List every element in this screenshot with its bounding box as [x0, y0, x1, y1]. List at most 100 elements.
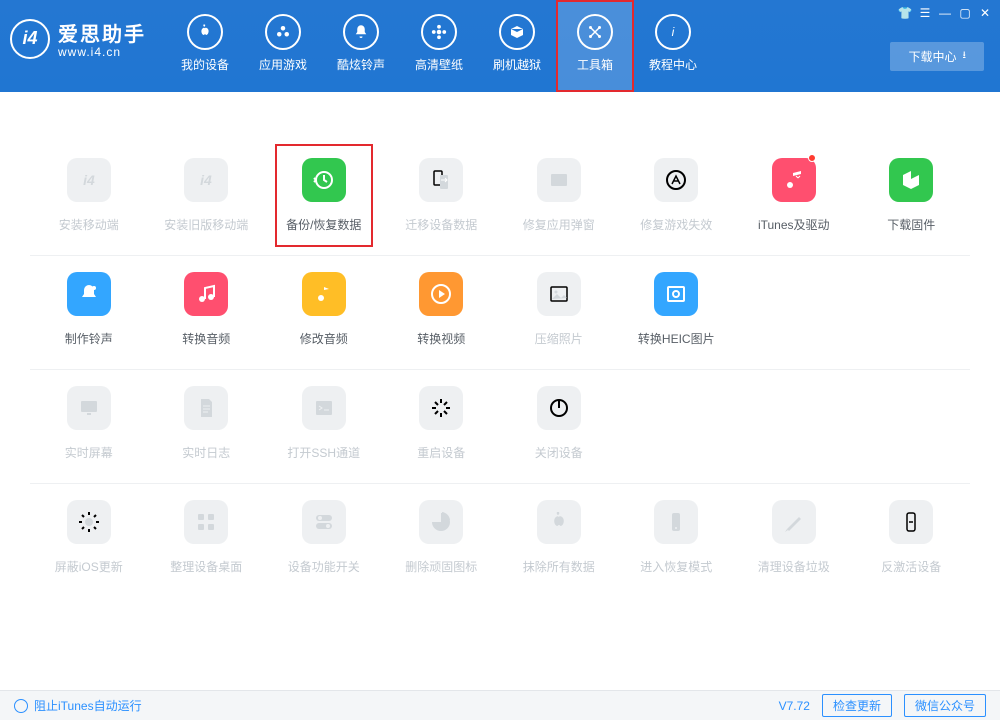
- cube-icon: [889, 158, 933, 202]
- tile-reboot: 重启设备: [383, 386, 501, 461]
- tile-make-ring[interactable]: 制作铃声: [30, 272, 148, 347]
- i4-icon: i4: [67, 158, 111, 202]
- itunes-block-text[interactable]: 阻止iTunes自动运行: [34, 697, 142, 714]
- nav-label: 工具箱: [556, 56, 634, 73]
- nav-ring[interactable]: 酷炫铃声: [322, 0, 400, 92]
- tile-itunes-driver[interactable]: iTunes及驱动: [735, 158, 853, 233]
- status-ring-icon: [14, 699, 28, 713]
- tile-label: 实时日志: [148, 444, 266, 461]
- minimize-icon[interactable]: —: [936, 4, 954, 22]
- tile-label: 重启设备: [383, 444, 501, 461]
- tile-conv-audio[interactable]: 转换音频: [148, 272, 266, 347]
- doc-icon: [184, 386, 228, 430]
- tile-fix-game: 修复游戏失效: [618, 158, 736, 233]
- maximize-icon[interactable]: ▢: [956, 4, 974, 22]
- nav-apps[interactable]: 应用游戏: [244, 0, 322, 92]
- tile-label: 转换视频: [383, 330, 501, 347]
- tile-log: 实时日志: [148, 386, 266, 461]
- menu-icon[interactable]: ☰: [916, 4, 934, 22]
- tile-label: 安装移动端: [30, 216, 148, 233]
- logo: i4 爱思助手 www.i4.cn: [10, 18, 146, 59]
- loading-icon: [419, 386, 463, 430]
- bell-icon: [343, 14, 379, 50]
- check-update-button[interactable]: 检查更新: [822, 694, 892, 717]
- pie-icon: [419, 500, 463, 544]
- apple-icon: [187, 14, 223, 50]
- nav-label: 高清壁纸: [400, 56, 478, 73]
- tile-label: 关闭设备: [500, 444, 618, 461]
- tile-download-fw[interactable]: 下载固件: [853, 158, 971, 233]
- tile-deactivate: 反激活设备: [853, 500, 971, 575]
- app-name: 爱思助手: [58, 18, 146, 47]
- tile-recovery: 进入恢复模式: [618, 500, 736, 575]
- nav-label: 我的设备: [166, 56, 244, 73]
- tile-label: 下载固件: [853, 216, 971, 233]
- tile-del-icons: 删除顽固图标: [383, 500, 501, 575]
- i4-icon: i4: [184, 158, 228, 202]
- nav-flash[interactable]: 刷机越狱: [478, 0, 556, 92]
- tile-label: 备份/恢复数据: [265, 216, 383, 233]
- app-site: www.i4.cn: [58, 45, 146, 59]
- tile-label: 删除顽固图标: [383, 558, 501, 575]
- migrate-icon: [419, 158, 463, 202]
- tile-erase: 抹除所有数据: [500, 500, 618, 575]
- tile-label: 清理设备垃圾: [735, 558, 853, 575]
- nav-tools[interactable]: 工具箱: [556, 0, 634, 92]
- tile-label: 反激活设备: [853, 558, 971, 575]
- bell2-icon: [67, 272, 111, 316]
- tools-grid: i4 安装移动端i4安装旧版移动端备份/恢复数据迁移设备数据修复应用弹窗修复游戏失…: [0, 92, 1000, 597]
- nav-label: 酷炫铃声: [322, 56, 400, 73]
- tile-edit-audio[interactable]: 修改音频: [265, 272, 383, 347]
- tile-install-mobile: i4 安装移动端: [30, 158, 148, 233]
- flower-icon: [421, 14, 457, 50]
- music2-icon: [184, 272, 228, 316]
- info-icon: i: [655, 14, 691, 50]
- tile-shutdown: 关闭设备: [500, 386, 618, 461]
- tile-label: 转换HEIC图片: [618, 330, 736, 347]
- tile-install-old: i4安装旧版移动端: [148, 158, 266, 233]
- popup-icon: [537, 158, 581, 202]
- tile-block-ios: 屏蔽iOS更新: [30, 500, 148, 575]
- gear-icon: [67, 500, 111, 544]
- top-nav: 我的设备应用游戏酷炫铃声高清壁纸刷机越狱工具箱i教程中心: [166, 0, 712, 92]
- phone2-icon: [889, 500, 933, 544]
- shirt-icon[interactable]: 👕: [896, 4, 914, 22]
- apps-icon: [265, 14, 301, 50]
- nav-device[interactable]: 我的设备: [166, 0, 244, 92]
- svg-text:i4: i4: [83, 172, 95, 188]
- tile-migrate: 迁移设备数据: [383, 158, 501, 233]
- tile-label: iTunes及驱动: [735, 216, 853, 233]
- status-bar: 阻止iTunes自动运行 V7.72 检查更新 微信公众号: [0, 690, 1000, 720]
- tools-icon: [577, 14, 613, 50]
- grid-icon: [184, 500, 228, 544]
- logo-icon: i4: [10, 19, 50, 59]
- heic-icon: [654, 272, 698, 316]
- tile-label: 迁移设备数据: [383, 216, 501, 233]
- tile-label: 设备功能开关: [265, 558, 383, 575]
- tile-label: 修复应用弹窗: [500, 216, 618, 233]
- box-icon: [499, 14, 535, 50]
- tile-desktop: 整理设备桌面: [148, 500, 266, 575]
- phone-icon: [654, 500, 698, 544]
- wechat-button[interactable]: 微信公众号: [904, 694, 986, 717]
- terminal-icon: [302, 386, 346, 430]
- tile-label: 进入恢复模式: [618, 558, 736, 575]
- tile-label: 转换音频: [148, 330, 266, 347]
- music-icon: [772, 158, 816, 202]
- power-icon: [537, 386, 581, 430]
- backup-icon: [302, 158, 346, 202]
- tile-conv-video[interactable]: 转换视频: [383, 272, 501, 347]
- tile-label: 打开SSH通道: [265, 444, 383, 461]
- toggles-icon: [302, 500, 346, 544]
- tile-label: 制作铃声: [30, 330, 148, 347]
- tile-heic[interactable]: 转换HEIC图片: [618, 272, 736, 347]
- tile-backup-restore[interactable]: 备份/恢复数据: [265, 158, 383, 233]
- nav-help[interactable]: i教程中心: [634, 0, 712, 92]
- download-icon: ⭳: [963, 48, 967, 65]
- download-center-button[interactable]: 下载中心 ⭳: [890, 42, 984, 71]
- nav-wall[interactable]: 高清壁纸: [400, 0, 478, 92]
- apple2-icon: [537, 500, 581, 544]
- tile-screen: 实时屏幕: [30, 386, 148, 461]
- tile-label: 整理设备桌面: [148, 558, 266, 575]
- close-icon[interactable]: ✕: [976, 4, 994, 22]
